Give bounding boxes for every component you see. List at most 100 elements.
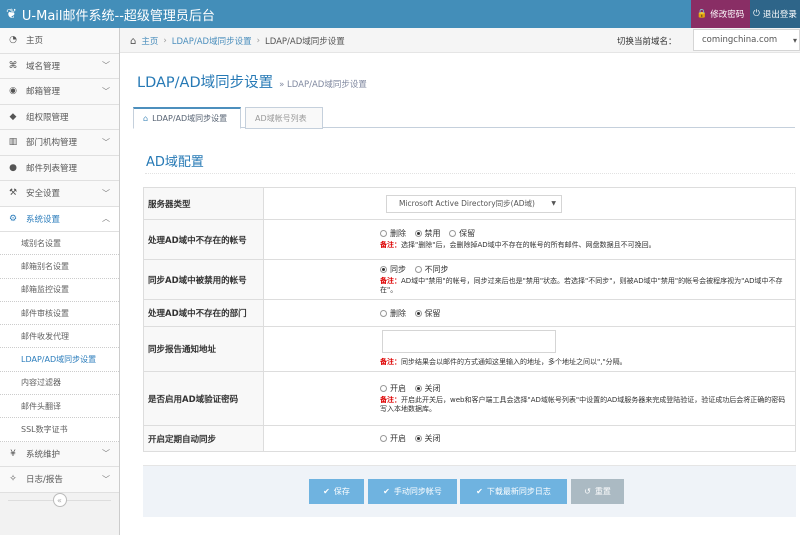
- tab-ad-accounts[interactable]: AD域帐号列表: [245, 107, 323, 129]
- sidebar-item-logs[interactable]: ✧ 日志/报告 ﹀: [0, 467, 119, 493]
- radio-group: 删除 禁用 保留: [380, 228, 795, 239]
- sidebar-item-maintenance[interactable]: ¥ 系统维护 ﹀: [0, 441, 119, 468]
- radio-delete[interactable]: 删除: [380, 228, 406, 239]
- tab-ldap-sync[interactable]: ⌂ LDAP/AD域同步设置: [133, 107, 241, 129]
- radio-circle: [449, 230, 457, 238]
- sidebar-item-label: 邮箱管理: [26, 87, 61, 98]
- sidebar-subitem-header-translate[interactable]: 邮件头翻译: [0, 395, 119, 419]
- sidebar-item-home[interactable]: ◔ 主页: [0, 28, 119, 54]
- radio-enable[interactable]: 开启: [380, 383, 406, 394]
- sidebar-item-label: 安全设置: [26, 189, 61, 200]
- radio-no-sync[interactable]: 不同步: [414, 264, 449, 275]
- form-value: 同步 不同步 备注：AD域中"禁用"的帐号，同步过来后也是"禁用"状态。若选择"…: [263, 259, 796, 300]
- form-value: 删除 禁用 保留 备注：选择"删除"后，会删除掉AD域中不存在的帐号的所有邮件、…: [263, 219, 796, 260]
- note-prefix: 备注：: [380, 241, 401, 250]
- breadcrumb-separator: ›: [163, 36, 167, 46]
- breadcrumb: ⌂ 主页 › LDAP/AD域同步设置 › LDAP/AD域同步设置: [130, 35, 345, 48]
- breadcrumb-home-link[interactable]: 主页: [141, 35, 158, 47]
- radio-label: 关闭: [424, 383, 441, 393]
- sidebar-item-security[interactable]: ⚒ 安全设置 ﹀: [0, 181, 119, 207]
- domain-select[interactable]: comingchina.com ▾: [693, 29, 800, 51]
- form-row-not-exist-accounts: 处理AD域中不存在的帐号 删除 禁用 保留 备注：选择"删除"后，会删除掉AD域…: [143, 219, 796, 260]
- radio-label: 开启: [390, 434, 406, 443]
- radio-label: 不同步: [424, 264, 449, 274]
- radio-circle-checked: [414, 230, 422, 238]
- note-text: 同步结果会以邮件的方式通知这里输入的地址，多个地址之间以","分隔。: [401, 358, 627, 367]
- top-navbar: ❦ U-Mail邮件系统--超级管理员后台 🔒 修改密码 ⏻ 退出登录: [0, 0, 800, 28]
- change-password-button[interactable]: 🔒 修改密码: [691, 0, 750, 28]
- page-title-text: LDAP/AD域同步设置: [137, 75, 274, 91]
- server-type-select[interactable]: Microsoft Active Directory同步(AD域) ▼: [386, 194, 562, 213]
- sidebar-subitem-mailbox-alias[interactable]: 邮箱别名设置: [0, 255, 119, 279]
- sidebar-subitem-domain-alias[interactable]: 域别名设置: [0, 232, 119, 256]
- sidebar-item-domain[interactable]: ⌘ 域名管理 ﹀: [0, 53, 119, 79]
- note-prefix: 备注：: [380, 276, 401, 285]
- radio-sync[interactable]: 同步: [380, 264, 406, 275]
- radio-enable[interactable]: 开启: [380, 433, 406, 444]
- breadcrumb-parent-link[interactable]: LDAP/AD域同步设置: [172, 35, 252, 47]
- tags-icon: ◆: [9, 111, 17, 122]
- brand[interactable]: ❦ U-Mail邮件系统--超级管理员后台: [6, 5, 215, 24]
- radio-label: 删除: [390, 229, 406, 239]
- button-label: 重置: [594, 487, 611, 496]
- sidebar: ◔ 主页 ⌘ 域名管理 ﹀ ◉ 邮箱管理 ﹀ ◆ 组权限管理 ▥ 部门机构管理 ﹀ ● 邮件列表管…: [0, 28, 120, 535]
- download-log-button[interactable]: ✔ 下载最新同步日志: [460, 479, 567, 504]
- manual-sync-button[interactable]: ✔ 手动同步帐号: [368, 479, 457, 504]
- form-label: 处理AD域中不存在的部门: [143, 299, 264, 327]
- radio-disable[interactable]: 关闭: [414, 383, 441, 394]
- sidebar-item-group-permissions[interactable]: ◆ 组权限管理: [0, 104, 119, 130]
- sidebar-subitem-ldap-sync[interactable]: LDAP/AD域同步设置: [0, 348, 119, 372]
- radio-keep[interactable]: 保留: [414, 308, 441, 319]
- radio-label: 禁用: [424, 229, 441, 239]
- section-divider: [145, 173, 795, 174]
- form-row-disabled-accounts: 同步AD域中被禁用的帐号 同步 不同步 备注：AD域中"禁用"的帐号，同步过来后…: [143, 259, 796, 300]
- sidebar-subitem-ssl-cert[interactable]: SSL数字证书: [0, 418, 119, 442]
- sidebar-item-system-settings[interactable]: ⚙ 系统设置 ︿: [0, 206, 119, 232]
- radio-disable[interactable]: 禁用: [414, 228, 441, 239]
- radio-keep[interactable]: 保留: [449, 228, 475, 239]
- radio-disable[interactable]: 关闭: [414, 433, 441, 444]
- sidebar-subitem-mail-audit[interactable]: 邮件审核设置: [0, 301, 119, 326]
- form-note: 备注：AD域中"禁用"的帐号，同步过来后也是"禁用"状态。若选择"不同步"，则被…: [380, 277, 795, 296]
- sidebar-item-mail-lists[interactable]: ● 邮件列表管理: [0, 155, 119, 181]
- note-prefix: 备注：: [380, 395, 401, 404]
- form-note: 备注：同步结果会以邮件的方式通知这里输入的地址，多个地址之间以","分隔。: [380, 358, 795, 367]
- breadcrumb-current: LDAP/AD域同步设置: [264, 37, 345, 47]
- reset-button[interactable]: ↺ 重置: [571, 479, 624, 504]
- page-title: LDAP/AD域同步设置 » LDAP/AD域同步设置: [137, 71, 367, 92]
- note-text: 选择"删除"后，会删除掉AD域中不存在的帐号的所有邮件、网盘数据且不可挽回。: [401, 241, 656, 250]
- sidebar-subitem-mailbox-monitor[interactable]: 邮箱监控设置: [0, 278, 119, 302]
- domain-switch-label: 切换当前域名：: [617, 37, 677, 47]
- caret-down-icon: ▾: [792, 35, 797, 45]
- lock-icon: 🔒: [696, 9, 708, 19]
- sidebar-item-departments[interactable]: ▥ 部门机构管理 ﹀: [0, 130, 119, 156]
- sidebar-subitem-content-filter[interactable]: 内容过滤器: [0, 371, 119, 396]
- sidebar-collapse-toggle[interactable]: «: [0, 492, 119, 508]
- check-icon: ✔: [476, 487, 483, 496]
- form-label: 服务器类型: [143, 187, 264, 220]
- form-row-server-type: 服务器类型 Microsoft Active Directory同步(AD域) …: [143, 187, 796, 220]
- sidebar-item-mailbox[interactable]: ◉ 邮箱管理 ﹀: [0, 79, 119, 105]
- report-address-input[interactable]: [382, 330, 556, 354]
- save-button[interactable]: ✔ 保存: [309, 479, 364, 504]
- gavel-icon: ⚒: [8, 188, 18, 199]
- ad-config-form: 服务器类型 Microsoft Active Directory同步(AD域) …: [143, 187, 796, 452]
- check-icon: ✔: [323, 487, 330, 496]
- tachometer-icon: ◔: [9, 35, 17, 46]
- breadcrumb-bar: ⌂ 主页 › LDAP/AD域同步设置 › LDAP/AD域同步设置 切换当前域…: [120, 28, 800, 53]
- form-value: 备注：同步结果会以邮件的方式通知这里输入的地址，多个地址之间以","分隔。: [263, 326, 796, 372]
- radio-circle: [380, 230, 387, 238]
- button-label: 手动同步帐号: [393, 487, 442, 496]
- note-text: AD域中"禁用"的帐号，同步过来后也是"禁用"状态。若选择"不同步"，则被AD域…: [380, 276, 783, 294]
- logout-button[interactable]: ⏻ 退出登录: [750, 0, 800, 28]
- form-value: 开启 关闭: [263, 425, 796, 452]
- undo-icon: ↺: [584, 487, 591, 496]
- breadcrumb-separator: ›: [256, 36, 260, 46]
- note-prefix: 备注：: [380, 358, 401, 367]
- note-text: 开启此开关后，web和客户端工具会选择"AD域帐号列表"中设置的AD域服务器来完…: [380, 395, 786, 413]
- sitemap-icon: ⌘: [8, 60, 18, 71]
- radio-delete[interactable]: 删除: [380, 308, 406, 319]
- sidebar-subitem-mail-proxy[interactable]: 邮件收发代理: [0, 325, 119, 349]
- sidebar-item-label: 邮件列表管理: [26, 163, 78, 174]
- radio-circle: [380, 309, 387, 317]
